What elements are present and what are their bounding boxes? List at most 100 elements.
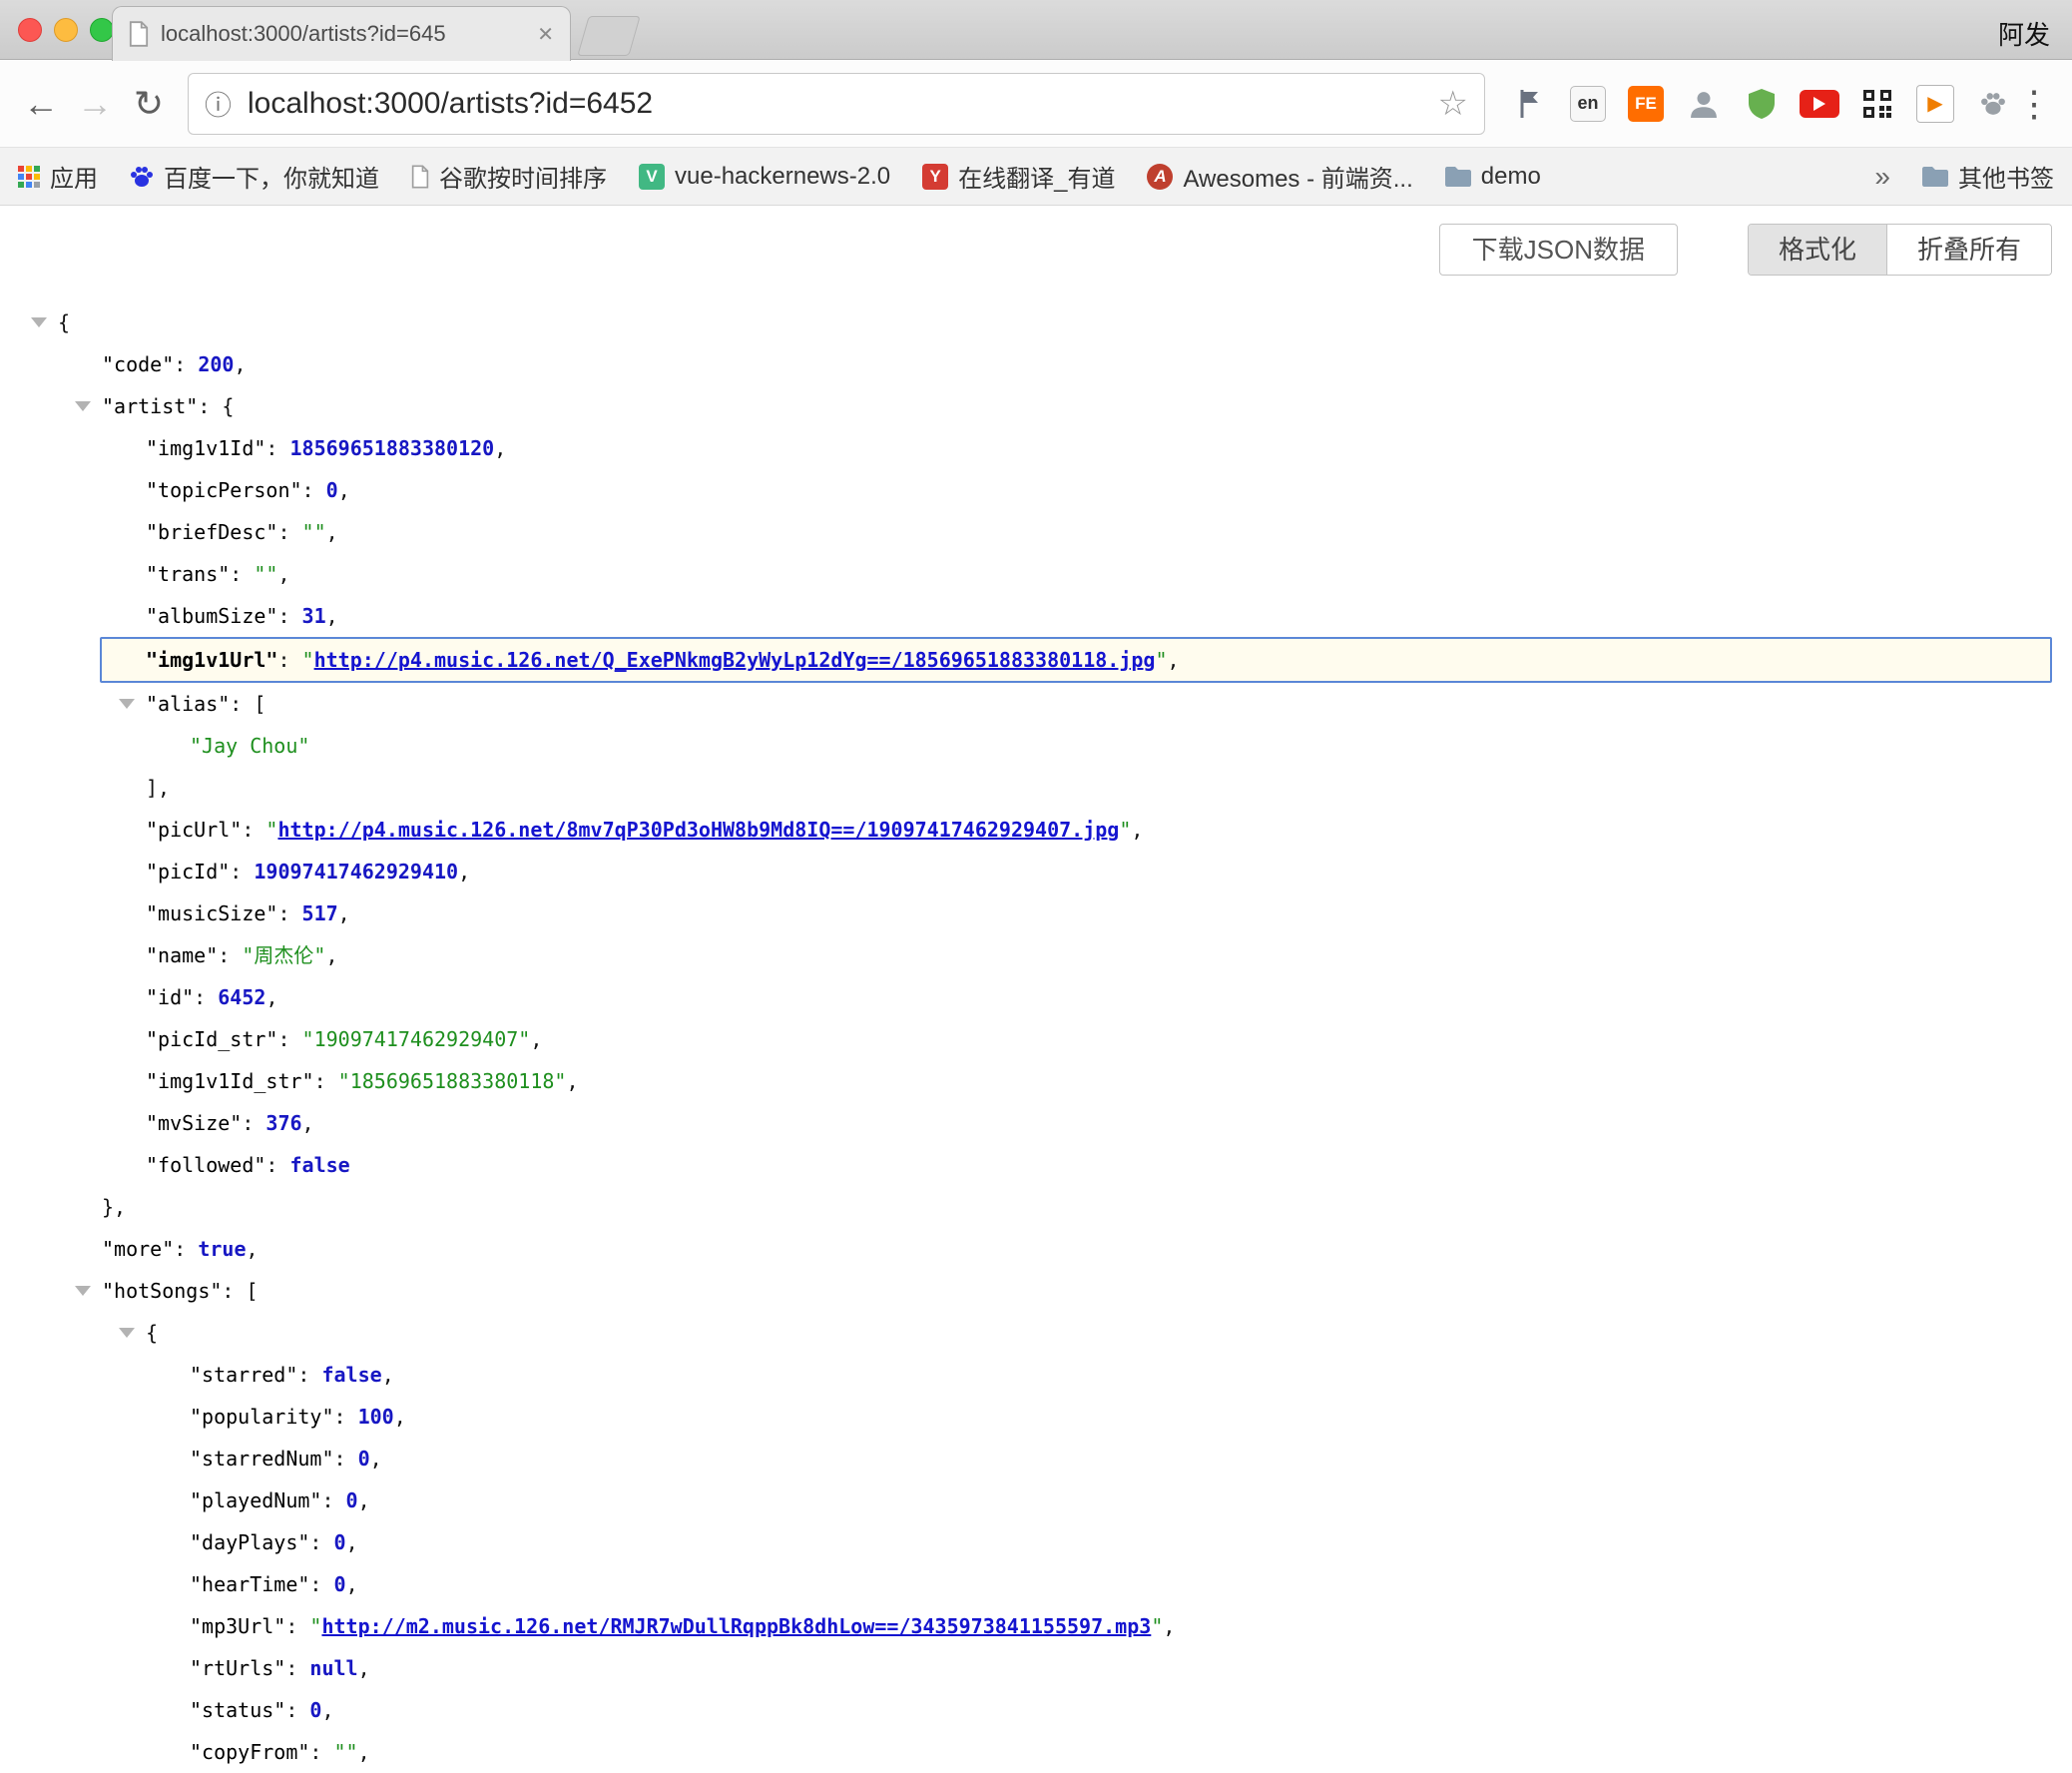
collapse-toggle-icon[interactable] [75, 1286, 91, 1296]
flag-extension-icon[interactable] [1507, 81, 1553, 127]
tab-close-icon[interactable]: ✕ [537, 22, 554, 47]
zoom-window-button[interactable] [90, 18, 114, 42]
music-player-extension-icon[interactable]: ▶ [1912, 81, 1958, 127]
close-window-button[interactable] [18, 18, 42, 42]
json-token: "" [254, 562, 277, 586]
minimize-window-button[interactable] [54, 18, 78, 42]
json-token: : [ [230, 692, 265, 716]
json-token: : [309, 1530, 333, 1554]
ublock-shield-icon[interactable] [1739, 81, 1785, 127]
collapse-all-button[interactable]: 折叠所有 [1886, 225, 2051, 275]
bookmarks-overflow-icon[interactable]: » [1874, 161, 1890, 193]
json-line: "mp3Url": "http://m2.music.126.net/RMJR7… [0, 1605, 2072, 1647]
json-token: : [242, 818, 265, 842]
bookmark-item-awesomes[interactable]: A Awesomes - 前端资... [1147, 159, 1412, 194]
json-line: "starred": false, [0, 1354, 2072, 1396]
json-token: : [242, 1111, 265, 1135]
bookmark-item-baidu[interactable]: 百度一下，你就知道 [130, 159, 379, 194]
json-token: "img1v1Id" [146, 436, 265, 460]
site-info-icon[interactable]: ⓘ [205, 84, 232, 123]
json-token: 0 [358, 1447, 370, 1471]
json-line: "img1v1Id_str": "18569651883380118", [0, 1060, 2072, 1102]
json-line: "playedNum": 0, [0, 1479, 2072, 1521]
json-token: "briefDesc" [146, 520, 277, 544]
bookmark-label: 其他书签 [1958, 159, 2054, 194]
json-token: "code" [102, 352, 174, 376]
json-token: : [334, 1447, 358, 1471]
format-button[interactable]: 格式化 [1749, 225, 1886, 275]
json-token: { [146, 1321, 158, 1345]
json-token: , [358, 1656, 370, 1680]
paw-extension-icon[interactable] [1970, 81, 2016, 127]
json-token: 18569651883380120 [290, 436, 495, 460]
json-token: , [566, 1069, 578, 1093]
json-token: : [297, 1363, 321, 1387]
collapse-toggle-icon[interactable] [119, 1328, 135, 1338]
json-line: "starredNum": 0, [0, 1438, 2072, 1479]
json-line: "alias": [ [0, 683, 2072, 725]
json-token: "18569651883380118" [338, 1069, 567, 1093]
json-token: " [1119, 818, 1131, 842]
json-token: : [302, 478, 326, 502]
youdao-icon: Y [922, 164, 948, 190]
json-token: "img1v1Id_str" [146, 1069, 314, 1093]
json-page-controls: 下载JSON数据 格式化 折叠所有 [0, 206, 2072, 276]
bookmark-folder-demo[interactable]: demo [1445, 163, 1541, 191]
fe-extension-icon[interactable]: FE [1623, 81, 1669, 127]
address-bar[interactable]: ⓘ localhost:3000/artists?id=6452 ☆ [188, 73, 1485, 135]
extensions-area: en FE ▶ [1507, 81, 2016, 127]
json-token: "followed" [146, 1153, 265, 1177]
json-line: "picId_str": "19097417462929407", [0, 1018, 2072, 1060]
json-line: "albumSize": 31, [0, 595, 2072, 637]
qr-code-extension-icon[interactable] [1854, 81, 1900, 127]
bookmark-item-vue-hackernews[interactable]: V vue-hackernews-2.0 [639, 163, 890, 191]
collapse-toggle-icon[interactable] [31, 317, 47, 327]
json-line: "picId": 19097417462929410, [0, 851, 2072, 892]
json-token: , [247, 1237, 259, 1261]
json-token: , [338, 478, 350, 502]
json-line: "id": 6452, [0, 976, 2072, 1018]
json-token: 6452 [218, 985, 265, 1009]
bookmark-item-youdao-translate[interactable]: Y 在线翻译_有道 [922, 159, 1115, 194]
json-token: null [309, 1656, 357, 1680]
json-token: : [334, 1405, 358, 1429]
profile-name[interactable]: 阿发 [1998, 15, 2050, 52]
json-line: }, [0, 1186, 2072, 1228]
json-url-link[interactable]: http://m2.music.126.net/RMJR7wDullRqppBk… [321, 1614, 1151, 1638]
json-url-link[interactable]: http://p4.music.126.net/8mv7qP30Pd3oHW8b… [277, 818, 1119, 842]
vue-icon: V [639, 164, 665, 190]
youtube-extension-icon[interactable] [1797, 81, 1842, 127]
bookmark-item-google-sort[interactable]: 谷歌按时间排序 [411, 159, 607, 194]
collapse-toggle-icon[interactable] [75, 401, 91, 411]
new-tab-button[interactable] [577, 16, 640, 56]
bookmark-star-icon[interactable]: ☆ [1438, 84, 1468, 124]
json-token: : [321, 1488, 345, 1512]
browser-tab[interactable]: localhost:3000/artists?id=645 ✕ [112, 6, 571, 61]
json-token: 0 [326, 478, 338, 502]
json-token: 0 [309, 1698, 321, 1722]
back-button[interactable]: ← [14, 77, 68, 131]
json-token: : [285, 1656, 309, 1680]
youdao-dict-extension-icon[interactable]: en [1565, 81, 1611, 127]
json-token: , [358, 1488, 370, 1512]
json-token: , [1168, 648, 1180, 672]
apps-shortcut[interactable]: 应用 [18, 159, 98, 194]
json-url-link[interactable]: http://p4.music.126.net/Q_ExePNkmgB2yWyL… [314, 648, 1156, 672]
json-token: 31 [302, 604, 326, 628]
json-token: 0 [346, 1488, 358, 1512]
json-token: : [230, 562, 254, 586]
folder-icon [1922, 167, 1948, 187]
json-line: "dayPlays": 0, [0, 1521, 2072, 1563]
browser-menu-icon[interactable]: ⋮ [2016, 83, 2050, 125]
apps-grid-icon [18, 166, 40, 188]
json-token: 19097417462929410 [254, 860, 458, 884]
reload-button[interactable]: ↻ [122, 77, 176, 131]
baidu-paw-icon [130, 165, 154, 189]
other-bookmarks-folder[interactable]: 其他书签 [1922, 159, 2054, 194]
download-json-button[interactable]: 下载JSON数据 [1439, 224, 1678, 276]
json-token: , [530, 1027, 542, 1051]
collapse-toggle-icon[interactable] [119, 699, 135, 709]
json-token: "picId" [146, 860, 230, 884]
user-extension-icon[interactable] [1681, 81, 1727, 127]
json-token: "mp3Url" [190, 1614, 285, 1638]
